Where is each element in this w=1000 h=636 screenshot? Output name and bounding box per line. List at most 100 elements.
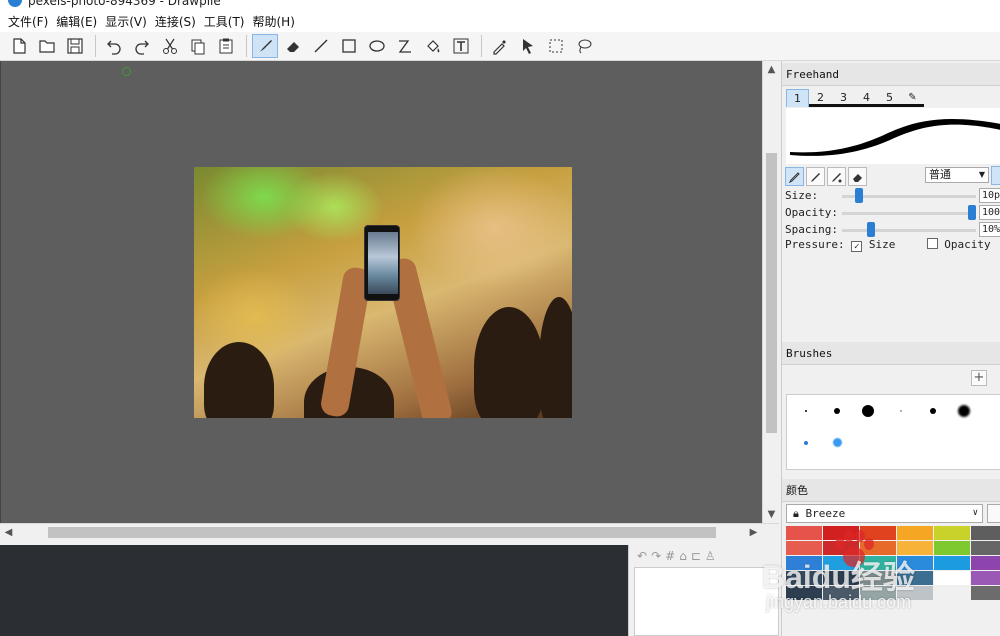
cut-icon[interactable] xyxy=(157,34,183,58)
fill-icon[interactable] xyxy=(420,34,446,58)
chevron-down-icon: ▼ xyxy=(978,170,985,179)
brush-swatch[interactable] xyxy=(862,405,874,417)
menu-view[interactable]: 显示(V) xyxy=(101,13,151,30)
brushes-header: Brushes xyxy=(782,342,1000,365)
eraser-icon[interactable] xyxy=(848,167,867,186)
scroll-down-icon[interactable]: ▼ xyxy=(763,506,780,523)
spacing-slider-track[interactable] xyxy=(842,229,976,232)
paste-icon[interactable] xyxy=(213,34,239,58)
redo-icon[interactable] xyxy=(129,34,155,58)
size-value[interactable]: 10px xyxy=(979,188,1000,203)
pressure-opacity-checkbox[interactable] xyxy=(926,238,938,249)
vertical-scroll-thumb[interactable] xyxy=(766,153,777,433)
line-icon[interactable] xyxy=(308,34,334,58)
menu-help[interactable]: 帮助(H) xyxy=(249,13,299,30)
brush-swatch[interactable] xyxy=(804,441,808,445)
vertical-scrollbar[interactable]: ▲ ▼ xyxy=(762,61,779,523)
bezier-icon[interactable] xyxy=(392,34,418,58)
menu-file[interactable]: 文件(F) xyxy=(4,13,52,30)
preset-tab[interactable]: 1 xyxy=(786,89,809,107)
color-picker-icon[interactable] xyxy=(487,34,513,58)
preset-tab[interactable]: 3 xyxy=(832,89,855,107)
opacity-slider-row: Opacity: 100% xyxy=(785,205,1000,221)
lock-icon[interactable]: ⌂ xyxy=(679,549,687,563)
grid-icon[interactable]: # xyxy=(665,549,675,563)
preset-tab[interactable]: 5 xyxy=(878,89,901,107)
ellipse-icon[interactable] xyxy=(364,34,390,58)
horizontal-scrollbar[interactable]: ◀ ▶ xyxy=(0,523,779,540)
menu-session[interactable]: 连接(S) xyxy=(151,13,200,30)
spacing-slider-handle[interactable] xyxy=(867,222,876,237)
scroll-left-icon[interactable]: ◀ xyxy=(0,524,17,541)
tool-settings-header: Freehand xyxy=(782,63,1000,86)
smudge-icon[interactable] xyxy=(827,167,846,186)
app-icon xyxy=(8,0,22,7)
copy-icon[interactable] xyxy=(185,34,211,58)
eraser-icon[interactable] xyxy=(280,34,306,58)
spacing-value[interactable]: 10% xyxy=(979,222,1000,237)
laser-pointer-icon[interactable] xyxy=(515,34,541,58)
tag-icon[interactable]: ⊏ xyxy=(691,549,701,563)
freehand-icon[interactable] xyxy=(252,34,278,58)
spacing-slider-row: Spacing: 10% xyxy=(785,222,1000,238)
brush-preset-tabs: 1 2 3 4 5 ✎ xyxy=(786,89,924,107)
phone-screen xyxy=(368,232,398,294)
preset-tab[interactable]: 4 xyxy=(855,89,878,107)
pencil-icon[interactable] xyxy=(785,167,804,186)
blend-mode-value: 普通 xyxy=(929,168,951,181)
brush-cursor xyxy=(122,67,131,76)
lock-icon: 🔒︎ xyxy=(793,507,806,520)
user-icon[interactable]: ♙ xyxy=(705,549,716,563)
chat-panel[interactable] xyxy=(0,545,628,636)
brush-list[interactable] xyxy=(786,394,1000,470)
blend-mode-select[interactable]: 普通 ▼ xyxy=(925,167,989,183)
palette-name: Breeze xyxy=(805,507,846,520)
brush-swatch[interactable] xyxy=(930,408,936,414)
preset-tab[interactable]: 2 xyxy=(809,89,832,107)
size-slider-handle[interactable] xyxy=(854,188,863,203)
spacing-label: Spacing: xyxy=(785,223,838,236)
opacity-slider-track[interactable] xyxy=(842,212,976,215)
open-icon[interactable] xyxy=(34,34,60,58)
brush-swatch[interactable] xyxy=(958,405,970,417)
redo-icon[interactable]: ↷ xyxy=(651,549,661,563)
brush-swatch[interactable] xyxy=(834,408,840,414)
canvas-view[interactable] xyxy=(0,61,762,523)
palette-select[interactable]: 🔒︎ Breeze ∨ xyxy=(786,504,983,523)
new-icon[interactable] xyxy=(6,34,32,58)
opacity-label: Opacity: xyxy=(785,206,838,219)
watermark-url: jingyan.baidu.com xyxy=(766,592,912,612)
opacity-slider-handle[interactable] xyxy=(968,205,976,220)
pressure-size-label: Size xyxy=(868,238,896,251)
menu-bar: 文件(F) 编辑(E) 显示(V) 连接(S) 工具(T) 帮助(H) xyxy=(0,10,1000,32)
save-icon[interactable] xyxy=(62,34,88,58)
text-icon[interactable] xyxy=(448,34,474,58)
lasso-icon[interactable] xyxy=(571,34,597,58)
opacity-value[interactable]: 100% xyxy=(979,205,1000,220)
brush-icon[interactable] xyxy=(806,167,825,186)
menu-edit[interactable]: 编辑(E) xyxy=(52,13,101,30)
horizontal-scroll-thumb[interactable] xyxy=(48,527,716,538)
toolbar-separator xyxy=(95,35,96,57)
palette-menu-icon[interactable] xyxy=(987,504,1000,523)
blend-option-button[interactable] xyxy=(991,166,1000,185)
toolbar xyxy=(0,32,1000,61)
toolbar-separator xyxy=(246,35,247,57)
brush-type-buttons xyxy=(785,167,867,186)
rectangle-icon[interactable] xyxy=(336,34,362,58)
silhouette xyxy=(539,297,572,418)
canvas-image[interactable] xyxy=(194,167,572,418)
undo-icon[interactable]: ↶ xyxy=(637,549,647,563)
selection-icon[interactable] xyxy=(543,34,569,58)
undo-icon[interactable] xyxy=(101,34,127,58)
pressure-size-checkbox[interactable]: ✓ xyxy=(851,241,863,252)
scroll-up-icon[interactable]: ▲ xyxy=(763,61,780,78)
brush-swatch[interactable] xyxy=(900,410,902,412)
add-brush-button[interactable]: + xyxy=(971,370,987,386)
brush-swatch[interactable] xyxy=(805,410,807,412)
menu-tools[interactable]: 工具(T) xyxy=(200,13,249,30)
brush-swatch[interactable] xyxy=(833,438,842,447)
phone xyxy=(364,225,400,301)
eraser-preset-icon[interactable]: ✎ xyxy=(901,89,924,107)
silhouette xyxy=(204,342,274,418)
